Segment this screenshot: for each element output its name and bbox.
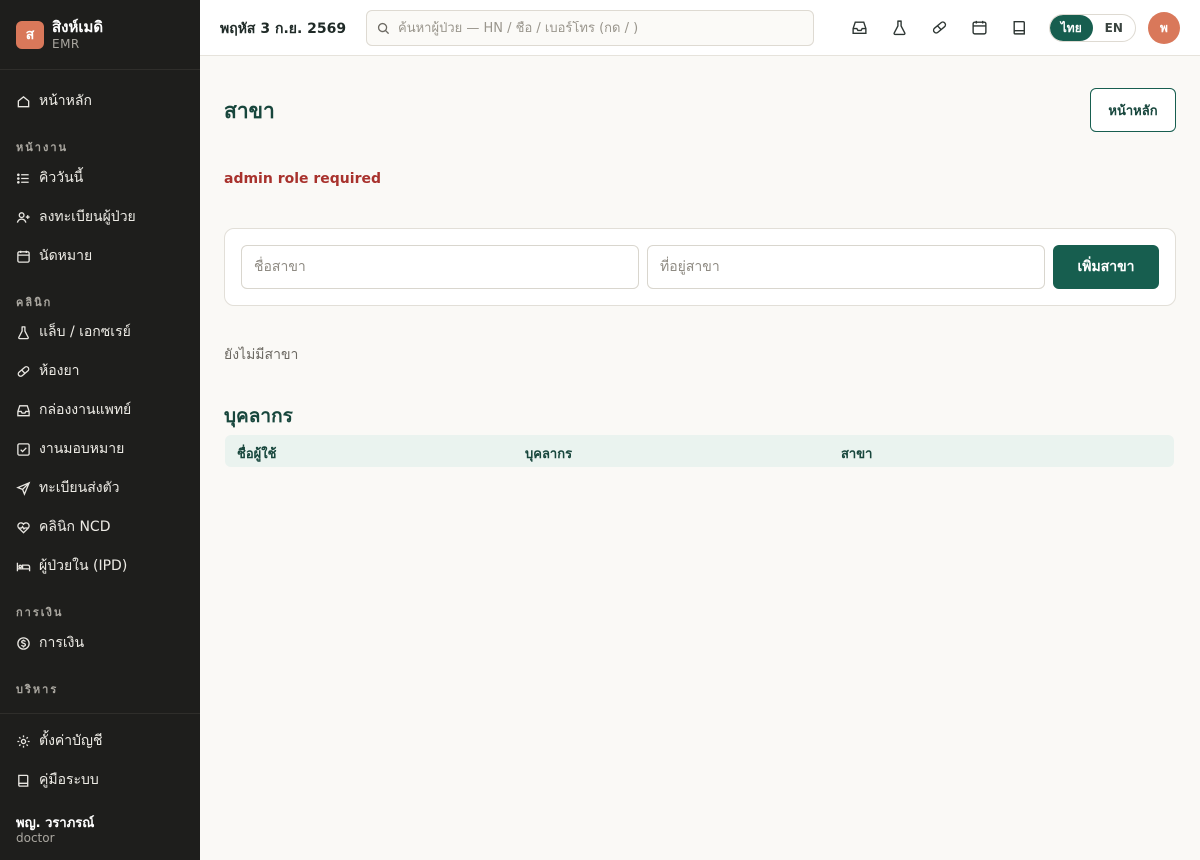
send-icon bbox=[16, 481, 31, 496]
sidebar-item-label: การเงิน bbox=[39, 635, 85, 651]
pill-icon bbox=[932, 20, 946, 34]
calendar-icon bbox=[971, 20, 987, 35]
sidebar-item-tasks[interactable]: งานมอบหมาย bbox=[0, 432, 200, 466]
column-header-staff[interactable]: บุคลากร bbox=[525, 443, 572, 464]
calendar-button[interactable] bbox=[969, 17, 989, 37]
section-label-finance: การเงิน bbox=[16, 606, 64, 619]
add-branch-button[interactable]: เพิ่มสาขา bbox=[1053, 245, 1159, 289]
sidebar-item-label: คิววันนี้ bbox=[39, 170, 84, 186]
section-label-clinic: คลินิก bbox=[16, 296, 53, 309]
add-branch-form: เพิ่มสาขา bbox=[224, 228, 1176, 306]
book-icon bbox=[18, 774, 29, 787]
sidebar-item-doctor-inbox[interactable]: กล่องงานแพทย์ bbox=[0, 393, 200, 427]
pharmacy-button[interactable] bbox=[929, 17, 949, 37]
inbox-button[interactable] bbox=[849, 17, 869, 37]
sidebar-item-pharmacy[interactable]: ห้องยา bbox=[0, 354, 200, 388]
flask-icon bbox=[18, 325, 29, 339]
sidebar-item-label: หน้าหลัก bbox=[39, 93, 92, 109]
sidebar-item-label: ตั้งค่าบัญชี bbox=[39, 733, 103, 749]
sidebar: ส สิงห์เมดิ EMR หน้าหลัก หน้างาน คิววันน… bbox=[0, 0, 200, 860]
lang-th-button[interactable]: ไทย bbox=[1050, 15, 1093, 41]
section-label-admin: บริหาร bbox=[16, 683, 59, 696]
branch-address-input[interactable] bbox=[647, 245, 1045, 289]
manual-button[interactable] bbox=[1009, 17, 1029, 37]
list-icon bbox=[17, 172, 29, 184]
sidebar-item-label: ทะเบียนส่งตัว bbox=[39, 480, 120, 496]
flask-icon bbox=[892, 19, 906, 35]
staff-table-header: ชื่อผู้ใช้ บุคลากร สาขา bbox=[225, 435, 1174, 467]
inbox-icon bbox=[17, 404, 30, 416]
column-header-branch[interactable]: สาขา bbox=[841, 443, 872, 464]
brand[interactable]: ส สิงห์เมดิ EMR bbox=[0, 0, 200, 70]
sidebar-item-referrals[interactable]: ทะเบียนส่งตัว bbox=[0, 471, 200, 505]
sidebar-item-label: ห้องยา bbox=[39, 363, 80, 379]
calendar-icon bbox=[17, 250, 30, 263]
sidebar-item-label: ลงทะเบียนผู้ป่วย bbox=[39, 209, 136, 225]
page-title: สาขา bbox=[224, 99, 275, 123]
patient-search[interactable] bbox=[366, 10, 814, 46]
current-user-name: พญ. วราภรณ์ bbox=[16, 816, 95, 831]
brand-logo: ส bbox=[16, 20, 44, 49]
sidebar-item-home[interactable]: หน้าหลัก bbox=[0, 84, 200, 118]
avatar[interactable]: พ bbox=[1148, 12, 1180, 44]
lab-button[interactable] bbox=[889, 17, 909, 37]
sidebar-item-label: คู่มือระบบ bbox=[39, 772, 99, 788]
sidebar-item-label: คลินิก NCD bbox=[39, 519, 111, 535]
current-user-role: doctor bbox=[16, 831, 55, 845]
book-icon bbox=[1012, 20, 1025, 35]
check-square-icon bbox=[17, 442, 30, 456]
empty-branches-message: ยังไม่มีสาขา bbox=[224, 347, 299, 363]
home-icon bbox=[17, 95, 30, 107]
current-date: พฤหัส 3 ก.ย. 2569 bbox=[220, 21, 347, 37]
sidebar-item-register[interactable]: ลงทะเบียนผู้ป่วย bbox=[0, 200, 200, 234]
error-message: admin role required bbox=[224, 171, 381, 187]
sidebar-item-finance[interactable]: การเงิน bbox=[0, 626, 200, 660]
sidebar-item-ncd[interactable]: คลินิก NCD bbox=[0, 510, 200, 544]
sidebar-item-label: กล่องงานแพทย์ bbox=[39, 402, 132, 418]
search-icon bbox=[377, 22, 390, 34]
sidebar-divider bbox=[0, 713, 200, 714]
lang-en-button[interactable]: EN bbox=[1093, 15, 1136, 41]
section-label-work: หน้างาน bbox=[16, 141, 69, 154]
column-header-username[interactable]: ชื่อผู้ใช้ bbox=[237, 443, 276, 464]
bed-icon bbox=[16, 562, 31, 571]
search-input[interactable] bbox=[398, 20, 798, 36]
sidebar-item-appointments[interactable]: นัดหมาย bbox=[0, 239, 200, 273]
dollar-circle-icon bbox=[17, 636, 30, 650]
brand-subtitle: EMR bbox=[52, 36, 80, 51]
sidebar-item-ipd[interactable]: ผู้ป่วยใน (IPD) bbox=[0, 549, 200, 583]
home-button[interactable]: หน้าหลัก bbox=[1090, 88, 1176, 132]
gear-icon bbox=[17, 734, 30, 748]
sidebar-item-lab[interactable]: แล็บ / เอกซเรย์ bbox=[0, 315, 200, 349]
heart-pulse-icon bbox=[17, 521, 30, 534]
topbar: พฤหัส 3 ก.ย. 2569 ไทย EN พ bbox=[200, 0, 1200, 56]
branch-name-input[interactable] bbox=[241, 245, 639, 289]
sidebar-item-label: งานมอบหมาย bbox=[39, 441, 125, 457]
sidebar-item-manual[interactable]: คู่มือระบบ bbox=[0, 763, 200, 797]
staff-section-title: บุคลากร bbox=[224, 405, 293, 427]
sidebar-item-settings[interactable]: ตั้งค่าบัญชี bbox=[0, 724, 200, 758]
language-toggle[interactable]: ไทย EN bbox=[1049, 14, 1136, 42]
user-plus-icon bbox=[16, 211, 30, 223]
sidebar-item-label: แล็บ / เอกซเรย์ bbox=[39, 324, 131, 340]
sidebar-item-queue[interactable]: คิววันนี้ bbox=[0, 161, 200, 195]
inbox-icon bbox=[851, 20, 867, 34]
brand-name: สิงห์เมดิ bbox=[52, 17, 104, 36]
sidebar-item-label: ผู้ป่วยใน (IPD) bbox=[39, 558, 128, 574]
pill-icon bbox=[17, 365, 30, 377]
sidebar-item-label: นัดหมาย bbox=[39, 248, 93, 264]
